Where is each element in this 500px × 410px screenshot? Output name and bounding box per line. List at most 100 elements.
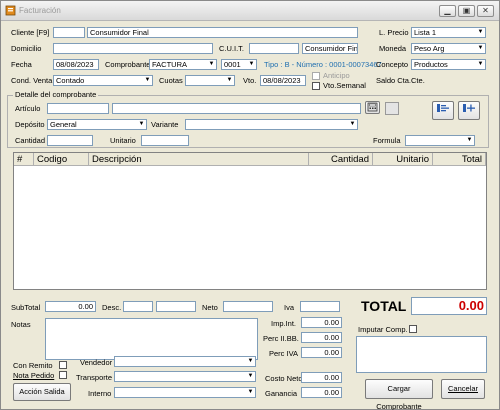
notas-label: Notas [11, 320, 31, 329]
chevron-down-icon[interactable]: ▼ [143, 76, 152, 85]
fecha-input[interactable]: 08/08/2023 [53, 59, 99, 70]
notapedido-checkbox[interactable] [59, 371, 67, 379]
window-title: Facturación [19, 6, 61, 15]
percibb-field[interactable]: 0.00 [301, 332, 342, 343]
column-header-unitario[interactable]: Unitario [373, 153, 433, 166]
cancelar-button[interactable]: Cancelar [441, 379, 485, 399]
formula-label: Formula [373, 136, 401, 145]
cantidad-input[interactable] [47, 135, 93, 146]
add-line-button[interactable] [432, 101, 454, 120]
items-grid[interactable]: # Codigo Descripción Cantidad Unitario T… [13, 152, 487, 290]
costoneto-field[interactable]: 0.00 [301, 372, 342, 383]
column-header-number[interactable]: # [14, 153, 34, 166]
cliente-name-input[interactable]: Consumidor Final [87, 27, 358, 38]
cuotas-select[interactable]: ▼ [185, 75, 235, 86]
vendedor-label: Vendedor [80, 358, 113, 367]
lprecio-label: L. Precio [379, 28, 409, 37]
imputar-checkbox[interactable] [409, 325, 417, 333]
neto-field[interactable] [223, 301, 273, 312]
notas-textarea[interactable] [45, 318, 258, 360]
total-field[interactable]: 0.00 [411, 297, 487, 315]
chevron-down-icon[interactable]: ▼ [246, 357, 255, 366]
chevron-down-icon[interactable]: ▼ [476, 28, 485, 37]
chevron-down-icon[interactable]: ▼ [207, 60, 216, 69]
column-header-cantidad[interactable]: Cantidad [309, 153, 373, 166]
chevron-down-icon[interactable]: ▼ [246, 372, 255, 381]
condicion-iva-field[interactable]: Consumidor Final [302, 43, 358, 54]
tipo-numero-text: Tipo : B - Número : 0001-00073467 [264, 60, 382, 69]
comprobante-label: Comprobante [105, 60, 151, 69]
subtotal-label: SubTotal [11, 303, 41, 312]
perciva-field[interactable]: 0.00 [301, 347, 342, 358]
calculator-button[interactable] [365, 101, 380, 114]
chevron-down-icon[interactable]: ▼ [137, 120, 146, 129]
calculator-icon [367, 102, 378, 112]
chevron-down-icon[interactable]: ▼ [476, 60, 485, 69]
concepto-select[interactable]: Productos ▼ [411, 59, 486, 70]
imputar-list[interactable] [356, 336, 487, 373]
insert-line-button[interactable] [458, 101, 480, 120]
desc-label: Desc. [102, 303, 122, 312]
maximize-icon[interactable]: ▣ [458, 5, 475, 17]
minimize-icon[interactable]: ▁ [439, 5, 456, 17]
chevron-down-icon[interactable]: ▼ [476, 44, 485, 53]
desc-amount-input[interactable] [156, 301, 196, 312]
lprecio-value: Lista 1 [414, 28, 437, 37]
detalle-legend: Detalle del comprobante [13, 90, 99, 100]
close-icon[interactable]: ✕ [477, 5, 494, 17]
notapedido-label: Nota Pedido [13, 371, 55, 380]
title-bar[interactable]: Facturación ▁ ▣ ✕ [1, 1, 499, 21]
domicilio-input[interactable] [53, 43, 213, 54]
chevron-down-icon[interactable]: ▼ [348, 120, 357, 129]
punto-venta-select[interactable]: 0001 ▼ [221, 59, 257, 70]
articulo-label: Artículo [15, 104, 41, 113]
column-header-total[interactable]: Total [433, 153, 486, 166]
conremito-checkbox[interactable] [59, 361, 67, 369]
lprecio-select[interactable]: Lista 1 ▼ [411, 27, 486, 38]
comprobante-select[interactable]: FACTURA ▼ [149, 59, 217, 70]
percibb-label: Perc II.BB. [263, 334, 299, 343]
iva-field[interactable] [300, 301, 340, 312]
vto-input[interactable]: 08/08/2023 [260, 75, 306, 86]
cantidad-label: Cantidad [15, 136, 46, 145]
impint-field[interactable]: 0.00 [301, 317, 342, 328]
cliente-code-input[interactable] [53, 27, 85, 38]
chevron-down-icon[interactable]: ▼ [246, 388, 255, 397]
column-header-descripcion[interactable]: Descripción [89, 153, 309, 166]
moneda-select[interactable]: Peso Arg ▼ [411, 43, 486, 54]
condventa-label: Cond. Venta [11, 76, 53, 85]
saldo-label: Saldo Cta.Cte. [376, 76, 425, 85]
cuit-label: C.U.I.T. [219, 44, 245, 53]
punto-venta-value: 0001 [224, 60, 241, 69]
chevron-down-icon[interactable]: ▼ [247, 60, 256, 69]
ganancia-field[interactable]: 0.00 [301, 387, 342, 398]
vto-semanal-checkbox[interactable] [312, 82, 320, 90]
articulo-desc-input[interactable] [112, 103, 361, 114]
condventa-select[interactable]: Contado ▼ [53, 75, 153, 86]
deposito-value: General [50, 120, 77, 129]
vendedor-select[interactable]: ▼ [114, 356, 256, 367]
unitario-input[interactable] [141, 135, 189, 146]
deposito-select[interactable]: General ▼ [47, 119, 147, 130]
column-header-codigo[interactable]: Codigo [34, 153, 89, 166]
subtotal-field[interactable]: 0.00 [45, 301, 96, 312]
chevron-down-icon[interactable]: ▼ [465, 136, 474, 145]
concepto-label: Concepto [376, 60, 409, 69]
unitario-label: Unitario [110, 136, 136, 145]
interno-select[interactable]: ▼ [114, 387, 256, 398]
articulo-code-input[interactable] [47, 103, 109, 114]
indent-add-icon [437, 104, 449, 112]
transporte-select[interactable]: ▼ [114, 371, 256, 382]
anticipo-checkbox[interactable] [312, 72, 320, 80]
concepto-value: Productos [414, 60, 448, 69]
desc-percent-input[interactable] [123, 301, 153, 312]
variante-select[interactable]: ▼ [185, 119, 358, 130]
anticipo-label: Anticipo [323, 71, 350, 80]
facturacion-window: Facturación ▁ ▣ ✕ Cliente [F9] Consumido… [0, 0, 500, 410]
chevron-down-icon[interactable]: ▼ [225, 76, 234, 85]
cargar-comprobante-button[interactable]: Cargar Comprobante [365, 379, 433, 410]
cuotas-label: Cuotas [159, 76, 183, 85]
accion-salida-button[interactable]: Acción Salida [13, 383, 71, 401]
cuit-input[interactable] [249, 43, 299, 54]
formula-select[interactable]: ▼ [405, 135, 475, 146]
